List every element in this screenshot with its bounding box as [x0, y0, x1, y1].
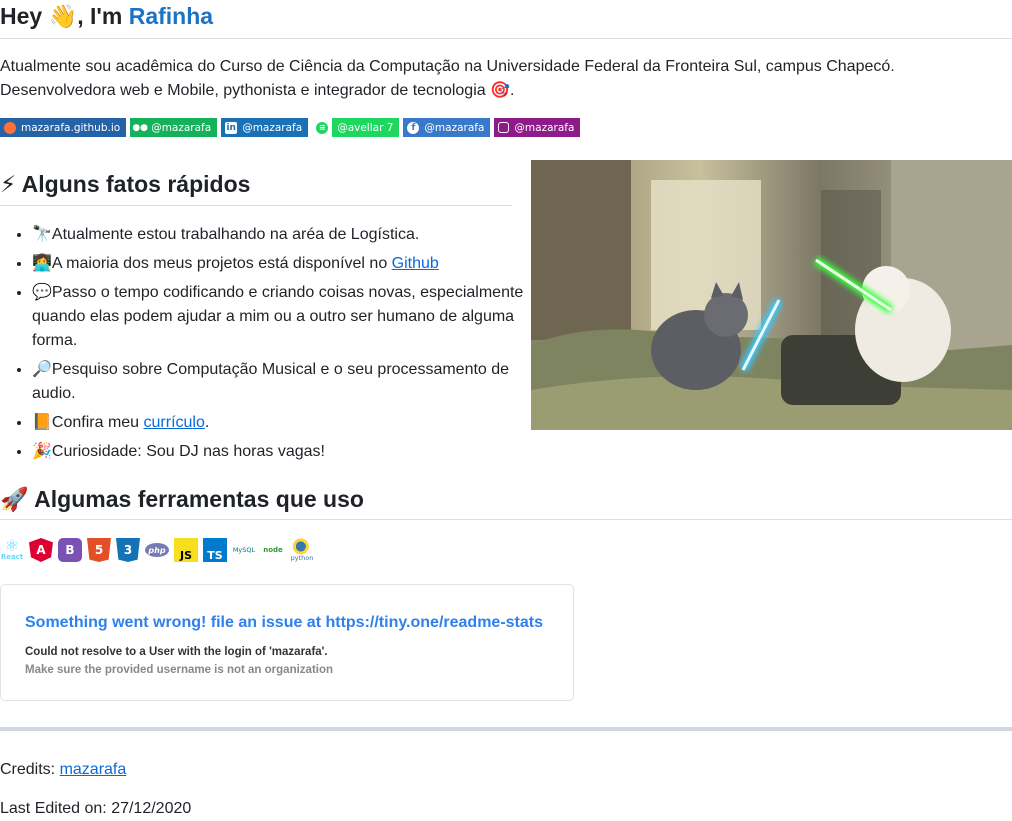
- facebook-icon: f: [407, 121, 420, 134]
- list-item: 🔭Atualmente estou trabalhando na aréa de…: [32, 222, 532, 247]
- credits-label: Credits:: [0, 761, 60, 778]
- fact-text: A maioria dos meus projetos está disponí…: [51, 255, 392, 272]
- python-icon: python: [290, 538, 314, 562]
- medium-icon: ●●: [132, 122, 149, 133]
- fact-text: Pesquiso sobre Computação Musical e o se…: [32, 361, 510, 402]
- list-item: 💬Passo o tempo codificando e criando coi…: [32, 280, 532, 353]
- stats-error-detail: Could not resolve to a User with the log…: [25, 646, 328, 658]
- tool-icons: ⚛ React A B 5 3 php JS TS MySQL node pyth…: [0, 535, 314, 565]
- magnifier-icon: 🔎: [32, 359, 52, 378]
- fact-text: Curiosidade: Sou DJ nas horas vagas!: [51, 443, 325, 460]
- fact-text-after: .: [204, 414, 210, 431]
- linkedin-icon: in: [225, 121, 238, 134]
- list-item: 👩‍💻A maioria dos meus projetos está disp…: [32, 251, 532, 276]
- tools-heading: 🚀 Algumas ferramentas que uso: [0, 481, 1012, 520]
- badge-medium[interactable]: ●● @mazarafa: [130, 118, 218, 137]
- badge-label: @mazarafa: [151, 121, 212, 134]
- divider: [0, 727, 1012, 731]
- stats-error-title: Something went wrong! file an issue at h…: [25, 614, 543, 631]
- list-item: 🎉Curiosidade: Sou DJ nas horas vagas!: [32, 439, 532, 464]
- fact-text: Confira meu: [51, 414, 144, 431]
- resume-link[interactable]: currículo: [144, 414, 205, 431]
- html5-icon: 5: [87, 538, 111, 562]
- credits: Credits: mazarafa: [0, 758, 126, 782]
- php-icon: php: [145, 543, 169, 557]
- facts-title: ⚡ Alguns fatos rápidos: [0, 171, 251, 197]
- badge-label: @avellar 7: [337, 121, 394, 134]
- badge-label: @mazarafa: [242, 121, 303, 134]
- last-edited: Last Edited on: 27/12/2020: [0, 800, 192, 817]
- typescript-icon: TS: [203, 538, 227, 562]
- cats-lightsaber-gif: [531, 160, 1012, 430]
- mysql-icon: MySQL: [232, 546, 256, 554]
- badge-linkedin[interactable]: in @mazarafa: [221, 118, 309, 137]
- badge-spotify[interactable]: ≡ @avellar 7: [312, 118, 400, 137]
- intro-paragraph: Atualmente sou acadêmica do Curso de Ciê…: [0, 55, 1010, 103]
- nodejs-icon: node: [263, 546, 283, 554]
- social-badges: mazarafa.github.io ●● @mazarafa in @maza…: [0, 118, 581, 138]
- intro-line-1: Atualmente sou acadêmica do Curso de Ciê…: [0, 58, 895, 75]
- badge-label: mazarafa.github.io: [21, 121, 121, 134]
- facts-list: 🔭Atualmente estou trabalhando na aréa de…: [0, 222, 532, 468]
- badge-facebook[interactable]: f @mazarafa: [403, 118, 491, 137]
- badge-instagram[interactable]: @mazarafa: [494, 118, 581, 137]
- spotify-icon: ≡: [316, 121, 329, 134]
- technologist-icon: 👩‍💻: [32, 253, 52, 272]
- stats-error-hint: Make sure the provided username is not a…: [25, 664, 334, 676]
- facts-heading: ⚡ Alguns fatos rápidos: [0, 166, 512, 206]
- badge-website[interactable]: mazarafa.github.io: [0, 118, 127, 137]
- github-stats-card: Something went wrong! file an issue at h…: [0, 584, 574, 701]
- badge-label: @mazarafa: [424, 121, 485, 134]
- greeting-text: Hey 👋, I'm: [0, 3, 129, 29]
- instagram-icon: [498, 122, 510, 133]
- tools-title: 🚀 Algumas ferramentas que uso: [0, 486, 364, 512]
- firefox-icon: [4, 121, 16, 134]
- intro-line-2: Desenvolvedora web e Mobile, pythonista …: [0, 82, 515, 99]
- book-icon: 📙: [32, 412, 52, 431]
- css3-icon: 3: [116, 538, 140, 562]
- list-item: 📙Confira meu currículo.: [32, 410, 532, 435]
- react-icon: ⚛ React: [0, 536, 24, 562]
- javascript-icon: JS: [174, 538, 198, 562]
- telescope-icon: 🔭: [32, 224, 52, 243]
- list-item: 🔎Pesquiso sobre Computação Musical e o s…: [32, 357, 532, 406]
- fact-text: Passo o tempo codificando e criando cois…: [32, 284, 524, 349]
- angular-icon: A: [29, 538, 53, 562]
- badge-label: @mazarafa: [514, 121, 575, 134]
- bootstrap-icon: B: [58, 538, 82, 562]
- page-title: Hey 👋, I'm Rafinha: [0, 0, 1012, 32]
- page-header: Hey 👋, I'm Rafinha: [0, 0, 1012, 39]
- credits-link[interactable]: mazarafa: [60, 761, 127, 778]
- speech-bubble-icon: 💬: [32, 282, 52, 301]
- github-link[interactable]: Github: [392, 255, 439, 272]
- party-popper-icon: 🎉: [32, 441, 52, 460]
- fact-text: Atualmente estou trabalhando na aréa de …: [51, 226, 420, 243]
- author-name: Rafinha: [128, 3, 214, 29]
